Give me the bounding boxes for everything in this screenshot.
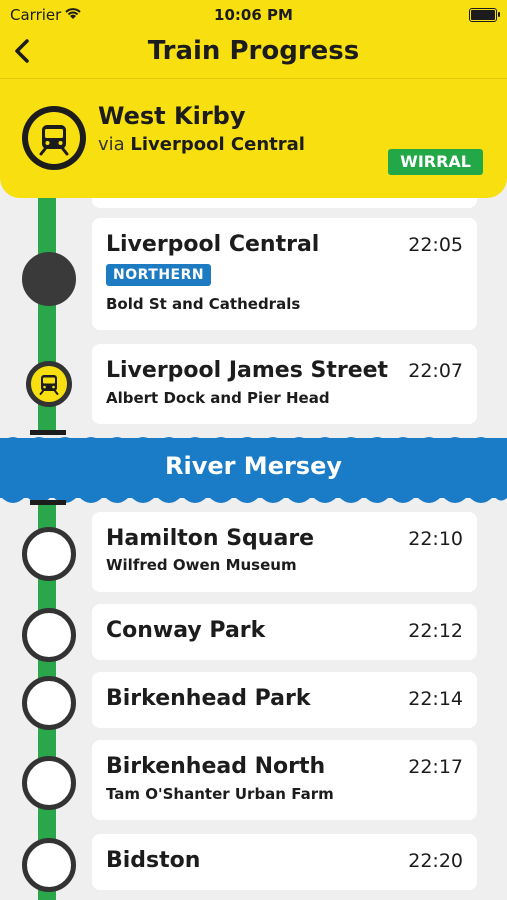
stop-time: 22:20 bbox=[408, 850, 463, 872]
stop-subtitle: Bold St and Cathedrals bbox=[106, 295, 301, 313]
stop-time: 22:07 bbox=[408, 360, 463, 382]
river-label: River Mersey bbox=[164, 452, 343, 480]
stop-node bbox=[22, 608, 76, 662]
page-title: Train Progress bbox=[147, 36, 360, 66]
stop-time: 22:17 bbox=[408, 756, 463, 778]
stop-name: Hamilton Square bbox=[106, 526, 315, 551]
via-label: via bbox=[98, 134, 125, 155]
stop-subtitle: Albert Dock and Pier Head bbox=[106, 389, 330, 407]
stop-name: Bidston bbox=[106, 848, 201, 873]
stop-card[interactable]: Liverpool Central 22:05 NORTHERN Bold St… bbox=[92, 218, 477, 330]
stop-card[interactable]: Hamilton Square 22:10 Wilfred Owen Museu… bbox=[92, 512, 477, 592]
stop-name: Birkenhead Park bbox=[106, 686, 311, 711]
stop-node bbox=[22, 527, 76, 581]
wave-top bbox=[0, 437, 507, 444]
stop-subtitle: Tam O'Shanter Urban Farm bbox=[106, 785, 334, 803]
stop-time: 22:14 bbox=[408, 688, 463, 710]
stop-card[interactable]: Birkenhead North 22:17 Tam O'Shanter Urb… bbox=[92, 740, 477, 820]
stop-node bbox=[22, 676, 76, 730]
stop-time: 22:05 bbox=[408, 234, 463, 256]
stop-node bbox=[22, 838, 76, 892]
wave-bottom bbox=[0, 496, 507, 503]
stop-card[interactable]: Birkenhead Park 22:14 bbox=[92, 672, 477, 728]
via-station: Liverpool Central bbox=[130, 134, 305, 155]
northern-badge: NORTHERN bbox=[106, 264, 212, 286]
river-banner: River Mersey bbox=[0, 437, 507, 503]
stop-node-current bbox=[26, 361, 72, 407]
destination-name: West Kirby bbox=[98, 102, 246, 130]
line-badge: WIRRAL bbox=[388, 149, 483, 175]
status-bar: Carrier 10:06 PM bbox=[0, 0, 507, 30]
stop-name: Liverpool James Street bbox=[106, 358, 389, 383]
train-icon bbox=[22, 106, 86, 170]
via-text: via Liverpool Central bbox=[98, 134, 305, 155]
status-time: 10:06 PM bbox=[214, 6, 293, 24]
stop-name: Liverpool Central bbox=[106, 232, 320, 257]
stop-subtitle: Wilfred Owen Museum bbox=[106, 556, 297, 574]
stop-name: Birkenhead North bbox=[106, 754, 326, 779]
stop-card[interactable]: Conway Park 22:12 bbox=[92, 604, 477, 660]
header: Carrier 10:06 PM Train Progress West Kir… bbox=[0, 0, 507, 198]
stop-node bbox=[22, 756, 76, 810]
track-start-marker bbox=[30, 500, 66, 505]
battery-icon bbox=[469, 8, 500, 22]
stop-card[interactable]: Liverpool James Street 22:07 Albert Dock… bbox=[92, 344, 477, 424]
train-icon bbox=[39, 375, 59, 395]
stop-card[interactable]: Bidston 22:20 bbox=[92, 834, 477, 890]
nav-bar: Train Progress bbox=[0, 30, 507, 79]
stop-time: 22:12 bbox=[408, 620, 463, 642]
stop-node-passed bbox=[22, 252, 76, 306]
stop-time: 22:10 bbox=[408, 528, 463, 550]
stop-name: Conway Park bbox=[106, 618, 266, 643]
